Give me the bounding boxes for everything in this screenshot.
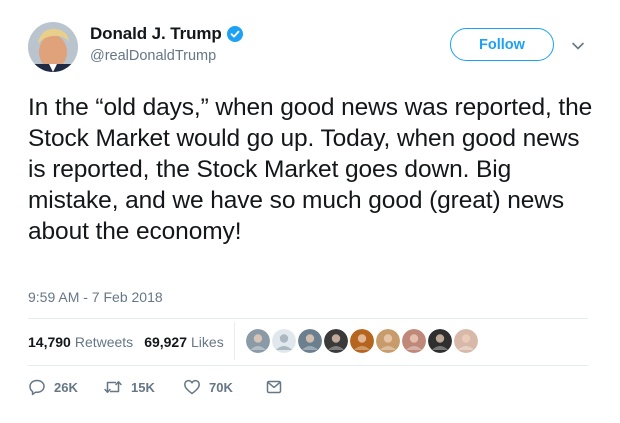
reply-icon — [28, 378, 46, 396]
profile-avatar[interactable] — [28, 22, 78, 72]
verified-badge-icon — [226, 26, 243, 42]
tweet-timestamp[interactable]: 9:59 AM - 7 Feb 2018 — [28, 289, 163, 305]
tweet-text: In the “old days,” when good news was re… — [28, 94, 593, 245]
retweet-icon — [103, 378, 123, 396]
user-name-block: Donald J. Trump @realDonaldTrump — [90, 24, 243, 64]
retweets-stat[interactable]: 14,790 Retweets — [28, 334, 133, 350]
liker-avatar[interactable] — [324, 329, 348, 353]
retweet-count: 15K — [131, 379, 155, 395]
tweet-actions: 26K 15K 70K — [28, 378, 283, 396]
retweet-button[interactable]: 15K — [103, 378, 183, 396]
direct-message-button[interactable] — [265, 378, 283, 396]
retweets-label: Retweets — [74, 334, 134, 350]
display-name[interactable]: Donald J. Trump — [90, 24, 222, 44]
liker-avatar[interactable] — [428, 329, 452, 353]
liker-avatar[interactable] — [454, 329, 478, 353]
liker-avatars — [246, 329, 480, 353]
chevron-down-icon[interactable] — [571, 38, 585, 50]
likes-label: Likes — [191, 334, 224, 350]
user-handle[interactable]: @realDonaldTrump — [90, 48, 243, 64]
reply-count: 26K — [54, 379, 78, 395]
like-button[interactable]: 70K — [183, 378, 265, 396]
envelope-icon — [265, 378, 283, 396]
likes-stat[interactable]: 69,927 Likes — [144, 334, 224, 350]
liker-avatar[interactable] — [402, 329, 426, 353]
tweet-stats: 14,790 Retweets 69,927 Likes — [28, 334, 224, 350]
likes-count: 69,927 — [144, 334, 188, 350]
default-avatar-icon[interactable] — [272, 329, 296, 353]
reply-button[interactable]: 26K — [28, 378, 103, 396]
divider — [28, 318, 588, 319]
stats-separator — [234, 322, 235, 360]
liker-avatar[interactable] — [246, 329, 270, 353]
liker-avatar[interactable] — [376, 329, 400, 353]
liker-avatar[interactable] — [350, 329, 374, 353]
follow-button[interactable]: Follow — [450, 28, 554, 61]
like-count: 70K — [209, 379, 233, 395]
retweets-count: 14,790 — [28, 334, 71, 350]
heart-icon — [183, 378, 201, 396]
divider — [28, 365, 588, 366]
tweet-card: Donald J. Trump @realDonaldTrump Follow … — [0, 0, 620, 423]
liker-avatar[interactable] — [298, 329, 322, 353]
